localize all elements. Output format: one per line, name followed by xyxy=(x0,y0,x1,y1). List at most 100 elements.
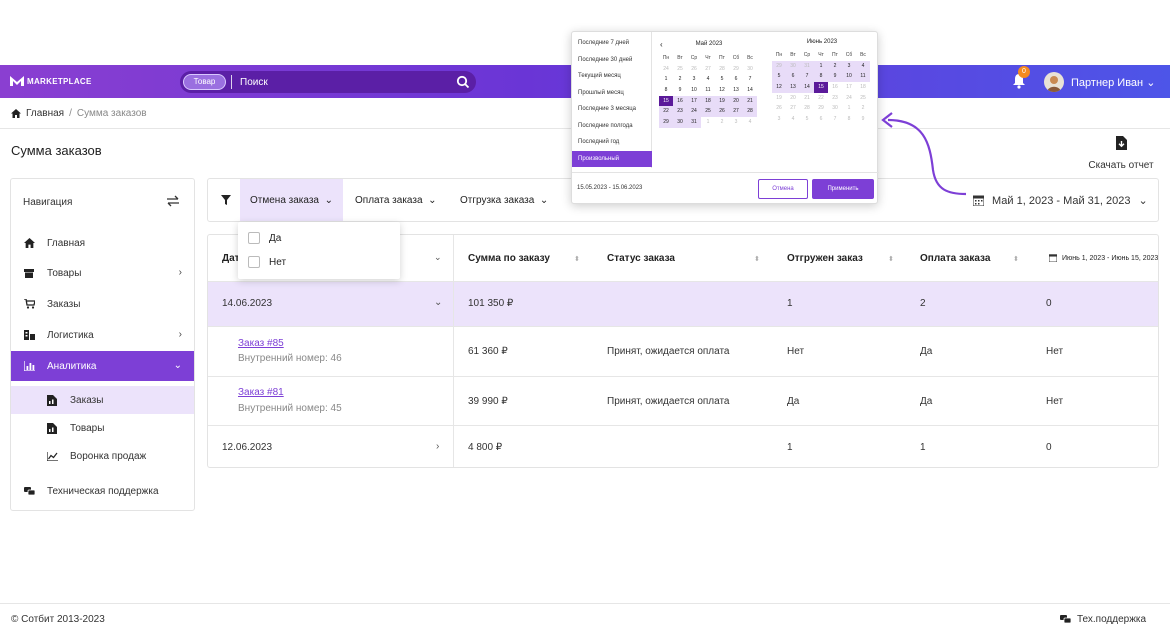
calendar-day[interactable]: 17 xyxy=(842,82,856,93)
calendar-day[interactable]: 30 xyxy=(828,103,842,114)
calendar-day[interactable]: 1 xyxy=(701,117,715,128)
calendar-day[interactable]: 7 xyxy=(828,114,842,125)
calendar-day[interactable]: 19 xyxy=(715,95,729,107)
user-menu[interactable]: Партнер Иван ⌄ xyxy=(1071,76,1155,89)
calendar-day[interactable]: 22 xyxy=(814,93,828,104)
column-header-sum[interactable]: Сумма по заказу xyxy=(468,235,550,281)
order-link[interactable]: Заказ #85 xyxy=(238,338,284,349)
checkbox[interactable] xyxy=(248,256,260,268)
calendar-day[interactable]: 8 xyxy=(659,85,673,96)
sidebar-subitem-orders[interactable]: Заказы xyxy=(11,386,194,414)
calendar-day[interactable]: 25 xyxy=(701,106,715,118)
column-header-shipped[interactable]: Отгружен заказ xyxy=(787,235,863,281)
chevron-down-icon[interactable]: ⌄ xyxy=(434,297,442,308)
calendar-day[interactable]: 31 xyxy=(800,60,814,72)
sidebar-item-support[interactable]: Техническая поддержка xyxy=(11,476,194,506)
calendar-day[interactable]: 20 xyxy=(729,95,743,107)
calendar-day[interactable]: 26 xyxy=(715,106,729,118)
calendar-day[interactable]: 4 xyxy=(786,114,800,125)
calendar-day[interactable]: 5 xyxy=(715,74,729,85)
calendar-day[interactable]: 30 xyxy=(743,64,757,75)
calendar-day[interactable]: 1 xyxy=(814,60,828,72)
sidebar-item-logistics[interactable]: Логистика › xyxy=(11,320,194,350)
calendar-day[interactable]: 11 xyxy=(856,71,870,83)
calendar-day[interactable]: 27 xyxy=(701,64,715,75)
preset-item[interactable]: Последние полгода xyxy=(572,118,652,134)
calendar-day[interactable]: 3 xyxy=(842,60,856,72)
search-category-chip[interactable]: Товар xyxy=(183,74,226,90)
calendar-day[interactable]: 17 xyxy=(687,95,701,107)
calendar-day[interactable]: 22 xyxy=(659,106,673,118)
calendar-day[interactable]: 9 xyxy=(828,71,842,83)
calendar-day[interactable]: 2 xyxy=(856,103,870,114)
apply-button[interactable]: Применить xyxy=(812,179,874,199)
sort-icon[interactable]: ⬍ xyxy=(574,255,580,263)
calendar-day[interactable]: 10 xyxy=(687,85,701,96)
preset-item[interactable]: Последние 30 дней xyxy=(572,52,652,68)
calendar-day[interactable]: 14 xyxy=(743,85,757,96)
calendar-day[interactable]: 10 xyxy=(842,71,856,83)
column-header-status[interactable]: Статус заказа xyxy=(607,235,675,281)
calendar-day[interactable]: 7 xyxy=(800,71,814,83)
calendar-day[interactable]: 5 xyxy=(772,71,786,83)
sidebar-item-home[interactable]: Главная xyxy=(11,228,194,258)
chevron-down-icon[interactable]: ⌄ xyxy=(434,252,442,263)
footer-support-link[interactable]: Тех.поддержка xyxy=(1060,614,1146,625)
calendar-day[interactable]: 30 xyxy=(673,117,687,128)
calendar-day[interactable]: 2 xyxy=(673,74,687,85)
calendar-day[interactable]: 15 xyxy=(659,95,673,107)
calendar-day[interactable]: 26 xyxy=(772,103,786,114)
calendar-day[interactable]: 23 xyxy=(828,93,842,104)
avatar[interactable] xyxy=(1044,72,1064,92)
calendar-day[interactable]: 3 xyxy=(687,74,701,85)
calendar-day[interactable]: 19 xyxy=(772,93,786,104)
column-header-date[interactable]: Дат xyxy=(222,235,240,281)
download-report-button[interactable]: Скачать отчет xyxy=(1086,136,1156,171)
preset-item[interactable]: Последние 3 месяца xyxy=(572,101,652,117)
calendar-day[interactable]: 28 xyxy=(743,106,757,118)
calendar-day[interactable]: 8 xyxy=(842,114,856,125)
calendar-day[interactable]: 3 xyxy=(772,114,786,125)
breadcrumb-home[interactable]: Главная xyxy=(26,108,64,119)
table-row[interactable]: 14.06.2023 ⌄ 101 350 ₽ 1 2 0 xyxy=(208,281,1158,327)
calendar-day[interactable]: 8 xyxy=(814,71,828,83)
preset-item[interactable]: Прошлый месяц xyxy=(572,85,652,101)
calendar-day[interactable]: 30 xyxy=(786,60,800,72)
preset-item-custom[interactable]: Произвольный xyxy=(572,150,652,167)
order-link[interactable]: Заказ #81 xyxy=(238,387,284,398)
calendar-day[interactable]: 1 xyxy=(842,103,856,114)
calendar-day[interactable]: 28 xyxy=(800,103,814,114)
calendar-day[interactable]: 16 xyxy=(673,95,687,107)
dropdown-option-no[interactable]: Нет xyxy=(248,256,286,268)
sidebar-subitem-funnel[interactable]: Воронка продаж xyxy=(11,442,194,470)
calendar-day[interactable]: 18 xyxy=(856,82,870,93)
calendar-day[interactable]: 29 xyxy=(814,103,828,114)
calendar-day[interactable]: 24 xyxy=(659,64,673,75)
calendar-day[interactable]: 29 xyxy=(772,60,786,72)
calendar-day[interactable]: 29 xyxy=(729,64,743,75)
column-header-paid[interactable]: Оплата заказа xyxy=(920,235,990,281)
cancel-button[interactable]: Отмена xyxy=(758,179,808,199)
preset-item[interactable]: Последний год xyxy=(572,134,652,150)
calendar-day[interactable]: 9 xyxy=(673,85,687,96)
sidebar-item-goods[interactable]: Товары › xyxy=(11,258,194,288)
calendar-day[interactable]: 12 xyxy=(715,85,729,96)
calendar-day[interactable]: 12 xyxy=(772,82,786,93)
calendar-day[interactable]: 24 xyxy=(842,93,856,104)
calendar-day[interactable]: 13 xyxy=(729,85,743,96)
calendar-day[interactable]: 21 xyxy=(800,93,814,104)
calendar-day[interactable]: 6 xyxy=(786,71,800,83)
calendar-day[interactable]: 25 xyxy=(673,64,687,75)
calendar-day[interactable]: 28 xyxy=(715,64,729,75)
calendar-day[interactable]: 23 xyxy=(673,106,687,118)
calendar-day[interactable]: 31 xyxy=(687,117,701,128)
calendar-day[interactable]: 6 xyxy=(814,114,828,125)
calendar-day[interactable]: 29 xyxy=(659,117,673,128)
sidebar-item-orders[interactable]: Заказы xyxy=(11,289,194,319)
sidebar-subitem-goods[interactable]: Товары xyxy=(11,414,194,442)
search-icon[interactable] xyxy=(456,75,470,89)
filter-tab-payment[interactable]: Оплата заказа ⌄ xyxy=(345,179,446,221)
table-row[interactable]: 12.06.2023 › 4 800 ₽ 1 1 0 xyxy=(208,425,1158,467)
calendar-day[interactable]: 5 xyxy=(800,114,814,125)
date-range-picker[interactable]: Май 1, 2023 - Май 31, 2023 ⌄ xyxy=(973,194,1148,207)
